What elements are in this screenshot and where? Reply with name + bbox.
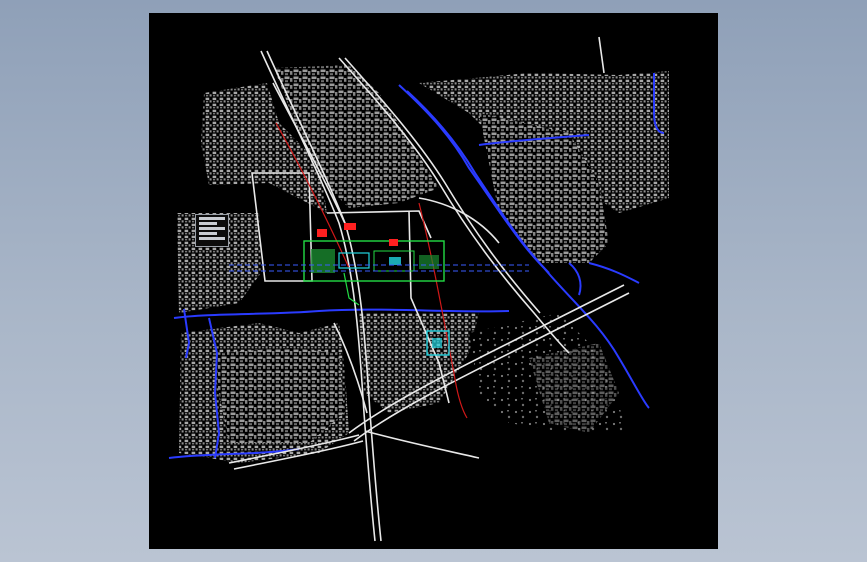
site-plan-drawing <box>168 36 669 542</box>
legend-table <box>195 214 229 247</box>
cad-drawing-viewport[interactable] <box>149 13 718 549</box>
